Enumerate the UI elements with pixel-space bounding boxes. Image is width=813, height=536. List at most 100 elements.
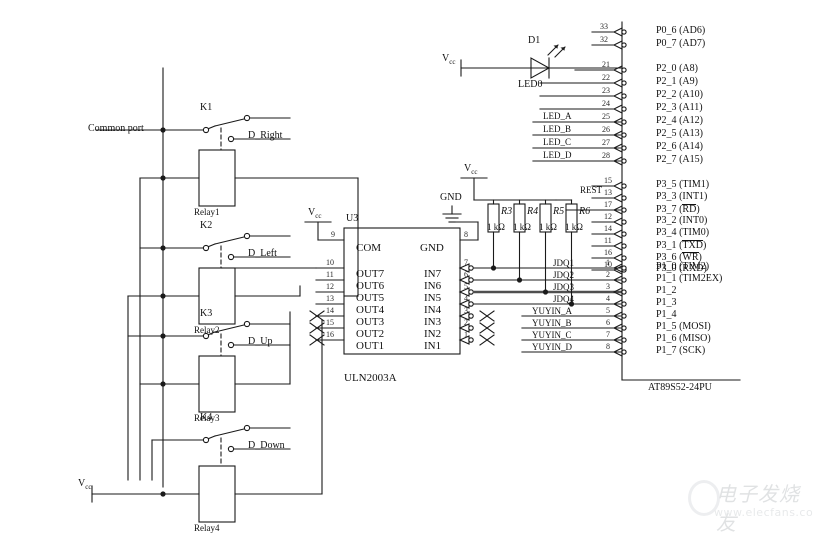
mcu-pin-name: P2_6 xyxy=(656,141,677,152)
resistor-r3-ref: R3 xyxy=(501,206,513,217)
u3-pin-in1: IN1 xyxy=(424,340,442,352)
net-led-a-label: LED_A xyxy=(543,111,572,121)
mcu-pin-p2-7: P2_7 (A15) xyxy=(656,155,703,165)
vcc-left-label: Vcc xyxy=(78,478,92,491)
resistor-r5-value: 1 kΩ xyxy=(539,222,557,232)
u3-part-label: ULN2003A xyxy=(344,372,397,384)
u3-pinnum-13: 13 xyxy=(326,294,334,303)
u3-pinnum-2: 2 xyxy=(464,318,468,327)
u3-pin-in3: IN3 xyxy=(424,316,442,328)
mcu-pinnum-12: 12 xyxy=(604,212,612,221)
mcu-pinnum-5: 5 xyxy=(606,306,610,315)
mcu-pin-alt-overline: TXD xyxy=(682,240,703,251)
u3-pinnum-5: 5 xyxy=(464,282,468,291)
relay2-label: Relay2 xyxy=(194,325,220,335)
vcc-subscript: cc xyxy=(315,212,322,220)
mcu-pin-name: P3_3 xyxy=(656,191,677,202)
led-part-label: LED0 xyxy=(518,79,543,90)
mcu-pinnum-17: 17 xyxy=(604,200,612,209)
mcu-pin-name: P3_1 xyxy=(656,240,677,251)
mcu-pinnum-24: 24 xyxy=(602,99,610,108)
mcu-pinnum-8: 8 xyxy=(606,342,610,351)
u3-pin-out4: OUT4 xyxy=(356,304,385,316)
relay1-label: Relay1 xyxy=(194,207,220,217)
mcu-pin-p1-7: P1_7 (SCK) xyxy=(656,346,705,356)
mcu-pin-name: P2_0 xyxy=(656,63,677,74)
mcu-pin-p2-3: P2_3 (A11) xyxy=(656,103,703,113)
u3-pinnum-7: 7 xyxy=(464,258,468,267)
mcu-pin-name: P2_3 xyxy=(656,102,677,113)
mcu-pin-alt: (AD6) xyxy=(679,25,706,36)
mcu-pinnum-32: 32 xyxy=(600,35,608,44)
u3-pin-in4: IN4 xyxy=(424,304,442,316)
mcu-pin-name: P3_5 xyxy=(656,179,677,190)
net-jdq3-label: JDQ3 xyxy=(553,282,575,292)
mcu-pin-p1-5: P1_5 (MOSI) xyxy=(656,322,711,332)
u3-pin-gnd: GND xyxy=(420,242,444,254)
common-port-label: Common port xyxy=(88,123,144,134)
mcu-pin-name: P2_4 xyxy=(656,115,677,126)
u3-pin-out2: OUT2 xyxy=(356,328,385,340)
resistor-r3-value: 1 kΩ xyxy=(487,222,505,232)
mcu-pin-name: P1_2 xyxy=(656,285,677,296)
net-jdq2-label: JDQ2 xyxy=(553,270,575,280)
mcu-pinnum-26: 26 xyxy=(602,125,610,134)
mcu-pin-alt-overline: RD xyxy=(682,204,697,215)
mcu-pin-p2-6: P2_6 (A14) xyxy=(656,142,703,152)
output-d-down-label: D_Down xyxy=(248,440,285,451)
mcu-pin-name: P3_2 xyxy=(656,215,677,226)
mcu-pin-p3-5: P3_5 (TIM1) xyxy=(656,180,709,190)
net-led-c-label: LED_C xyxy=(543,137,571,147)
output-d-right-label: D_Right xyxy=(248,130,283,141)
u3-pinnum-11: 11 xyxy=(326,270,334,279)
u3-ref-label: U3 xyxy=(346,213,359,224)
mcu-pin-p1-2: P1_2 xyxy=(656,286,677,296)
mcu-pinnum-13: 13 xyxy=(604,188,612,197)
switch-k2-label: K2 xyxy=(200,220,213,231)
mcu-pin-name: P1_7 xyxy=(656,345,677,356)
mcu-pin-p1-1: P1_1 (TIM2EX) xyxy=(656,274,722,284)
u3-pinnum-8: 8 xyxy=(464,230,468,239)
vcc-subscript: cc xyxy=(85,483,92,491)
mcu-pin-name: P3_4 xyxy=(656,227,677,238)
mcu-pin-name: P2_7 xyxy=(656,154,677,165)
mcu-pin-p2-2: P2_2 (A10) xyxy=(656,90,703,100)
u3-pinnum-3: 3 xyxy=(464,306,468,315)
mcu-pin-name: P1_1 xyxy=(656,273,677,284)
mcu-pin-p3-3: P3_3 (INT1) xyxy=(656,192,707,202)
mcu-pinnum-25: 25 xyxy=(602,112,610,121)
mcu-pin-p2-1: P2_1 (A9) xyxy=(656,77,698,87)
vcc-resistor-label: Vcc xyxy=(464,163,478,176)
u3-pinnum-1: 1 xyxy=(464,330,468,339)
net-led-b-label: LED_B xyxy=(543,124,571,134)
mcu-pin-alt: (SCK) xyxy=(679,345,706,356)
schematic-sheet: Common port K1 D_Right Relay1 K2 D_Left … xyxy=(0,0,813,536)
u3-pin-com: COM xyxy=(356,242,382,254)
mcu-pinnum-16: 16 xyxy=(604,248,612,257)
u3-pinnum-6: 6 xyxy=(464,270,468,279)
u3-pinnum-10: 10 xyxy=(326,258,334,267)
mcu-pin-p0-7: P0_7 (AD7) xyxy=(656,39,705,49)
u3-pin-out5: OUT5 xyxy=(356,292,385,304)
u3-pin-out3: OUT3 xyxy=(356,316,385,328)
mcu-pin-alt: (INT0) xyxy=(679,215,708,226)
mcu-pin-alt: (TIM2) xyxy=(679,261,710,272)
net-jdq4-label: JDQ4 xyxy=(553,294,575,304)
mcu-pinnum-3: 3 xyxy=(606,282,610,291)
mcu-pinnum-2: 2 xyxy=(606,270,610,279)
mcu-pin-name: P1_3 xyxy=(656,297,677,308)
mcu-pin-alt: (A13) xyxy=(679,128,703,139)
net-reset-label: REST xyxy=(580,185,603,195)
mcu-pinnum-22: 22 xyxy=(602,73,610,82)
mcu-pinnum-7: 7 xyxy=(606,330,610,339)
mcu-pin-alt: (TIM2EX) xyxy=(679,273,723,284)
relay4-label: Relay4 xyxy=(194,523,220,533)
u3-pin-in5: IN5 xyxy=(424,292,442,304)
mcu-pin-alt: (A15) xyxy=(679,154,703,165)
mcu-pinnum-4: 4 xyxy=(606,294,610,303)
switch-k4-label: K4 xyxy=(200,412,213,423)
net-yuyin-a-label: YUYIN_A xyxy=(532,306,572,316)
mcu-pin-name: P2_1 xyxy=(656,76,677,87)
mcu-pin-alt: (TIM1) xyxy=(679,179,710,190)
switch-k1-label: K1 xyxy=(200,102,213,113)
